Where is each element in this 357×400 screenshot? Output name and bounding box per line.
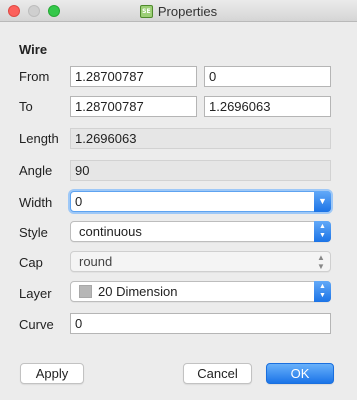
app-icon: SE: [139, 4, 153, 18]
angle-label: Angle: [19, 163, 53, 178]
apply-button[interactable]: Apply: [20, 363, 84, 384]
ok-button[interactable]: OK: [266, 363, 334, 384]
window-title: Properties: [157, 3, 218, 19]
from-label: From: [19, 69, 50, 84]
layer-select[interactable]: 20 Dimension ▲ ▼: [70, 281, 331, 302]
from-y-input[interactable]: [204, 66, 331, 87]
updown-arrows-icon: ▲ ▼: [314, 281, 331, 302]
cap-label: Cap: [19, 255, 43, 270]
length-value: 1.2696063: [70, 128, 331, 149]
cap-value: round: [79, 254, 113, 269]
to-x-input[interactable]: [70, 96, 197, 117]
length-label: Length: [19, 131, 59, 146]
style-label: Style: [19, 225, 48, 240]
cap-select: round ▲ ▼: [70, 251, 331, 272]
window-title-group: SE Properties: [0, 0, 357, 22]
updown-arrows-icon: ▲ ▼: [317, 253, 325, 271]
updown-arrows-icon: ▲ ▼: [314, 221, 331, 242]
width-label: Width: [19, 195, 53, 210]
from-x-input[interactable]: [70, 66, 197, 87]
to-label: To: [19, 99, 33, 114]
angle-value: 90: [70, 160, 331, 181]
style-select[interactable]: continuous ▲ ▼: [70, 221, 331, 242]
to-y-input[interactable]: [204, 96, 331, 117]
width-combo[interactable]: 0 ▼: [70, 191, 331, 212]
chevron-down-icon[interactable]: ▼: [314, 191, 331, 212]
layer-label: Layer: [19, 286, 52, 301]
layer-color-swatch: [79, 285, 92, 298]
cancel-button[interactable]: Cancel: [183, 363, 252, 384]
title-bar: SE Properties: [0, 0, 357, 22]
width-value: 0: [75, 194, 83, 209]
curve-label: Curve: [19, 317, 54, 332]
curve-input[interactable]: [70, 313, 331, 334]
layer-value: 20 Dimension: [98, 284, 178, 299]
section-heading: Wire: [19, 42, 48, 57]
style-value: continuous: [79, 224, 142, 239]
